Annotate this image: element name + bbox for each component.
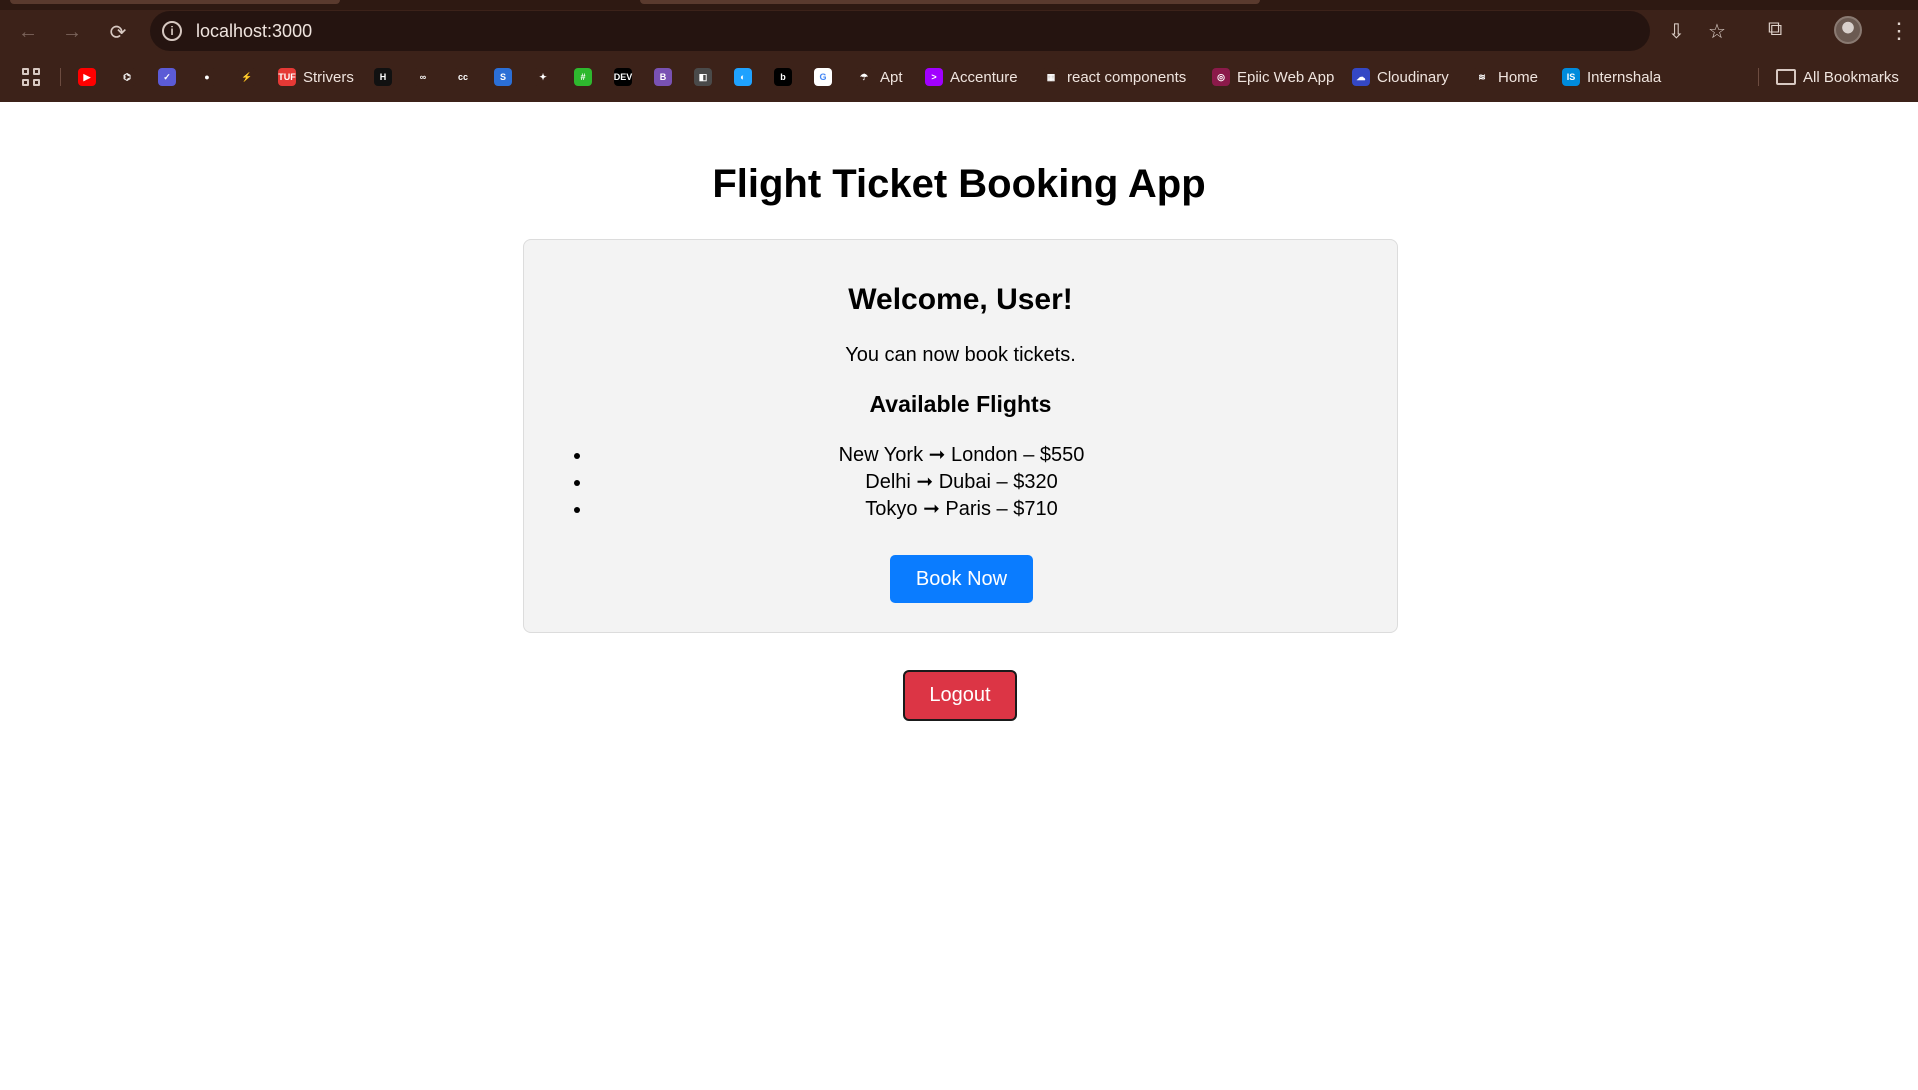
bookmark-item[interactable]: ◎ Epiic Web App [1212,66,1334,88]
flight-route: Tokyo ➞ Paris – $710 [865,498,1058,520]
reload-button[interactable]: ⟳ [104,18,132,46]
bookmark-label: Home [1498,68,1539,86]
openai-icon: ⌬ [118,68,136,86]
all-bookmarks-label: All Bookmarks [1803,68,1899,86]
google-icon: G [814,68,832,86]
codechef-icon: cc [454,68,472,86]
bookmark-item[interactable]: ▶ [78,66,103,88]
dev-icon: DEV [614,68,632,86]
forward-button[interactable]: → [58,18,86,46]
bullet-icon [574,507,580,513]
apt-icon: ☂ [855,68,873,86]
tab-edge[interactable] [10,0,340,4]
bookmark-label: Epiic Web App [1237,68,1335,86]
bookmark-item[interactable]: # [574,66,599,88]
bookmark-label: Cloudinary [1377,68,1449,86]
bookmark-item[interactable]: ∞ [414,66,439,88]
install-app-icon[interactable]: ⇩ [1668,19,1685,44]
bullet-icon [574,480,580,486]
bookmark-label: Internshala [1587,68,1662,86]
bookmark-star-icon[interactable]: ☆ [1708,19,1726,44]
bookmark-item[interactable]: IS Internshala [1562,66,1661,88]
flight-item: New York ➞ London – $550 [564,442,1359,469]
browser-chrome: ← → ⟳ i localhost:3000 ⇩ ☆ ⧉ ⋮ ▶ ⌬ ✓ ● ⚡ TUF S… [0,0,1918,102]
bookmark-item[interactable]: H [374,66,399,88]
bookmark-label: Accenture [950,68,1018,86]
tab-strip [0,0,1918,10]
bootstrap-icon: B [654,68,672,86]
bookmark-item[interactable]: ⌬ [118,66,143,88]
epiic-icon: ◎ [1212,68,1230,86]
tab-edge[interactable] [640,0,1260,4]
cloudinary-icon: ☁ [1352,68,1370,86]
flight-item: Delhi ➞ Dubai – $320 [564,469,1359,496]
bookmark-item[interactable]: TUF Strivers [278,66,354,88]
booking-card: Welcome, User! You can now book tickets.… [523,239,1398,633]
bookmark-item[interactable]: b [774,66,799,88]
geeksforgeeks-icon: ∞ [414,68,432,86]
bookmark-label: Apt [880,68,903,86]
available-flights-heading: Available Flights [869,391,1052,417]
site-info-icon[interactable]: i [162,21,182,41]
bookmark-item[interactable]: ✓ [158,66,183,88]
bookmarks-bar: ▶ ⌬ ✓ ● ⚡ TUF Strivers H ∞ cc S ✦ # DEV B ◧ ◐ b G ☂ Apt > Acce… [0,58,1918,94]
bookmark-icon-3: ✓ [158,68,176,86]
bookmark-item[interactable]: DEV [614,66,639,88]
accenture-icon: > [925,68,943,86]
tuf-icon: TUF [278,68,296,86]
figma-icon: ✦ [534,68,552,86]
bookmark-item[interactable]: cc [454,66,479,88]
bookmark-icon-16: ◐ [734,68,752,86]
profile-avatar[interactable] [1834,16,1862,44]
url-text[interactable]: localhost:3000 [196,21,312,42]
bookmark-item[interactable]: G [814,66,839,88]
react-components-icon: ▦ [1042,68,1060,86]
bookmark-item[interactable]: ◐ [734,66,759,88]
flight-route: New York ➞ London – $550 [838,444,1085,466]
bookmark-item[interactable]: ☂ Apt [855,66,903,88]
book-now-button[interactable]: Book Now [890,555,1033,603]
bookmark-icon-10: S [494,68,512,86]
internshala-icon: IS [1562,68,1580,86]
bookmark-label: Strivers [303,68,354,86]
bookmark-icon-17: b [774,68,792,86]
hackerrank-icon: H [374,68,392,86]
flight-item: Tokyo ➞ Paris – $710 [564,496,1359,523]
apps-grid-icon[interactable] [22,68,40,86]
back-button[interactable]: ← [14,18,42,46]
bookmarks-divider [1758,68,1759,86]
folder-icon [1776,69,1796,85]
bookmarks-divider [60,68,61,86]
welcome-heading: Welcome, User! [848,283,1073,316]
booking-subtitle: You can now book tickets. [845,344,1076,366]
all-bookmarks-button[interactable]: All Bookmarks [1776,66,1899,88]
github-icon: ● [198,68,216,86]
bookmark-item[interactable]: ☁ Cloudinary [1352,66,1449,88]
bookmark-item[interactable]: S [494,66,519,88]
logout-button[interactable]: Logout [903,670,1017,721]
bookmark-item[interactable]: ≋ Home [1473,66,1538,88]
bookmark-icon-5: ⚡ [238,68,256,86]
bookmark-icon-15: ◧ [694,68,712,86]
extensions-icon[interactable]: ⧉ [1768,18,1782,41]
bullet-icon [574,453,580,459]
youtube-icon: ▶ [78,68,96,86]
bookmark-item[interactable]: ● [198,66,223,88]
app-page: Flight Ticket Booking App Welcome, User!… [0,102,1918,1090]
bookmark-label: react components [1067,68,1187,86]
home-bookmark-icon: ≋ [1473,68,1491,86]
address-bar[interactable]: i localhost:3000 ⇩ ☆ [150,11,1726,51]
bookmark-icon-12: # [574,68,592,86]
bookmark-item[interactable]: B [654,66,679,88]
flight-route: Delhi ➞ Dubai – $320 [865,471,1058,493]
bookmark-item[interactable]: ✦ [534,66,559,88]
bookmark-item[interactable]: ◧ [694,66,719,88]
browser-menu-icon[interactable]: ⋮ [1888,18,1910,44]
page-title: Flight Ticket Booking App [712,162,1206,206]
flight-list: New York ➞ London – $550 Delhi ➞ Dubai –… [564,442,1359,523]
navigation-bar: ← → ⟳ i localhost:3000 ⇩ ☆ ⧉ ⋮ [0,10,1918,52]
bookmark-item[interactable]: ⚡ [238,66,263,88]
bookmark-item[interactable]: ▦ react components [1042,66,1186,88]
bookmark-item[interactable]: > Accenture [925,66,1018,88]
